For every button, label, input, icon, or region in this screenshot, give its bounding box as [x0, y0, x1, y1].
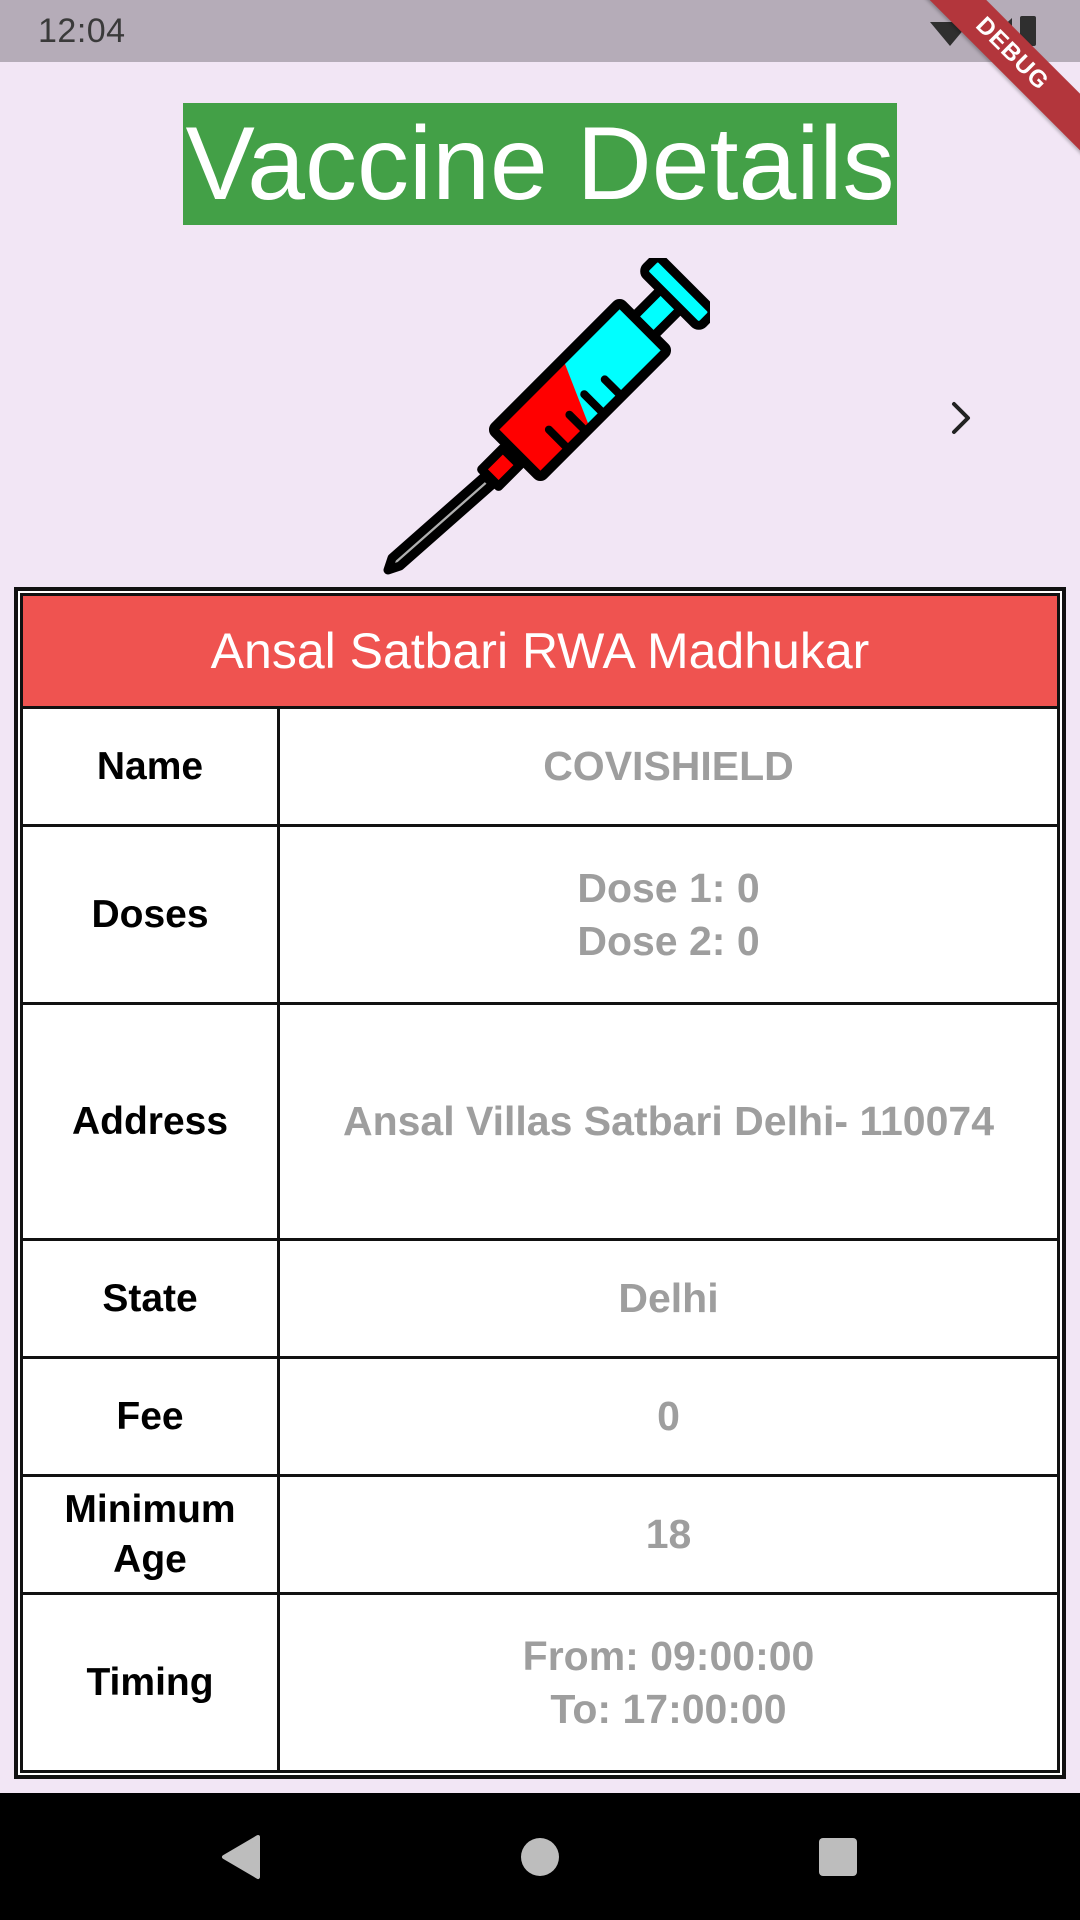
back-icon	[222, 1834, 260, 1879]
status-bar: 12:04 DEBUG	[0, 0, 1080, 161]
doses-label: Doses	[20, 827, 280, 1005]
min-age-value: 18	[280, 1477, 1060, 1595]
timing-from: From: 09:00:00	[522, 1632, 815, 1679]
title-container: Vaccine Details	[0, 103, 1080, 225]
timing-label: Timing	[20, 1595, 280, 1773]
syringe-icon	[380, 253, 717, 578]
table-row-doses: Doses Dose 1: 0 Dose 2: 0	[20, 827, 1060, 1005]
system-nav-bar	[0, 1793, 1080, 1920]
dose1-value: Dose 1: 0	[577, 864, 760, 911]
table-row-fee: Fee 0	[20, 1359, 1060, 1477]
timing-value: From: 09:00:00 To: 17:00:00	[280, 1595, 1060, 1773]
back-button[interactable]	[190, 1793, 290, 1920]
fee-value: 0	[280, 1359, 1060, 1477]
min-age-label: Minimum Age	[20, 1477, 280, 1595]
address-label: Address	[20, 1005, 280, 1241]
table-row-address: Address Ansal Villas Satbari Delhi- 1100…	[20, 1005, 1060, 1241]
min-age-label-line1: Minimum	[64, 1487, 236, 1531]
details-table: Ansal Satbari RWA Madhukar Name COVISHIE…	[14, 587, 1066, 1779]
table-row-timing: Timing From: 09:00:00 To: 17:00:00	[20, 1595, 1060, 1773]
status-time: 12:04	[38, 12, 126, 50]
table-row-name: Name COVISHIELD	[20, 709, 1060, 827]
name-label: Name	[20, 709, 280, 827]
home-icon	[521, 1837, 559, 1876]
recents-icon	[819, 1837, 857, 1876]
name-value: COVISHIELD	[280, 709, 1060, 827]
page-title: Vaccine Details	[183, 103, 897, 225]
table-row-state: State Delhi	[20, 1241, 1060, 1359]
address-value: Ansal Villas Satbari Delhi- 110074	[280, 1005, 1060, 1241]
min-age-label-line2: Age	[113, 1537, 187, 1581]
state-label: State	[20, 1241, 280, 1359]
state-value: Delhi	[280, 1241, 1060, 1359]
chevron-right-icon	[952, 402, 970, 434]
table-row-min-age: Minimum Age 18	[20, 1477, 1060, 1595]
fee-label: Fee	[20, 1359, 280, 1477]
next-button[interactable]	[938, 395, 984, 441]
timing-to: To: 17:00:00	[550, 1685, 787, 1732]
recents-button[interactable]	[788, 1793, 888, 1920]
home-button[interactable]	[490, 1793, 590, 1920]
center-name-header: Ansal Satbari RWA Madhukar	[20, 593, 1060, 709]
vaccine-details-screen: 12:04 DEBUG Vaccine Details Ansal Satbar…	[0, 0, 1080, 1920]
doses-value: Dose 1: 0 Dose 2: 0	[280, 827, 1060, 1005]
dose2-value: Dose 2: 0	[577, 917, 760, 964]
